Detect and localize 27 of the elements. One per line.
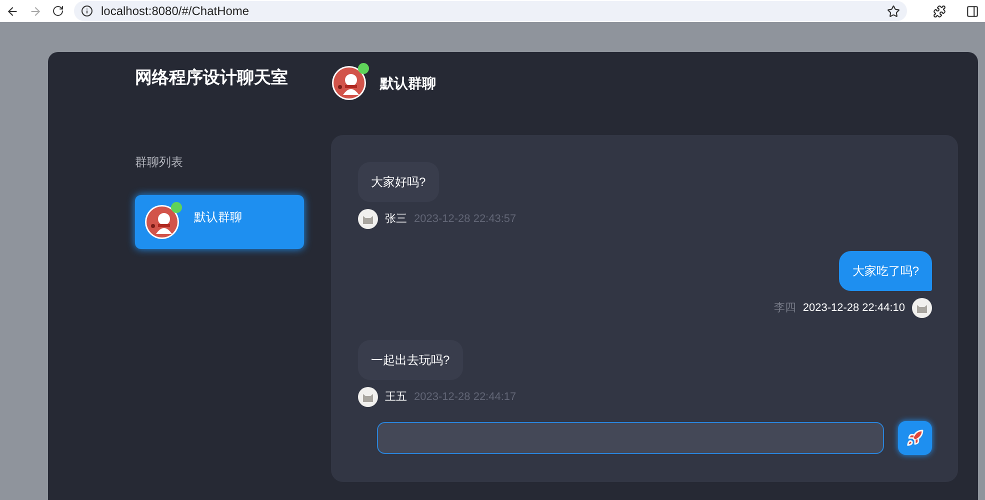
group-name: 默认群聊 — [194, 209, 242, 226]
cat-avatar-icon — [912, 298, 932, 318]
address-bar[interactable]: localhost:8080/#/ChatHome — [74, 1, 907, 21]
info-icon[interactable] — [81, 5, 93, 17]
app-title: 网络程序设计聊天室 — [135, 67, 289, 89]
cat-avatar-icon — [358, 209, 378, 229]
message-bubble: 大家好吗? — [358, 162, 439, 202]
url-text: localhost:8080/#/ChatHome — [101, 3, 250, 20]
cat-avatar-icon — [358, 387, 378, 407]
reload-icon[interactable] — [52, 5, 64, 17]
rocket-icon — [906, 429, 924, 447]
group-avatar-icon — [144, 204, 180, 240]
extensions-icon[interactable] — [933, 4, 946, 18]
sender-name: 李四 — [774, 300, 796, 316]
message-bubble: 大家吃了吗? — [839, 251, 932, 291]
sender-name: 张三 — [385, 212, 407, 227]
send-button[interactable] — [898, 421, 932, 455]
chat-title: 默认群聊 — [380, 74, 436, 93]
bookmark-star-icon[interactable] — [887, 4, 900, 18]
group-avatar-icon — [331, 65, 367, 101]
side-panel-icon[interactable] — [966, 4, 979, 18]
message-bubble: 一起出去玩吗? — [358, 340, 463, 380]
message-time: 2023-12-28 22:44:10 — [802, 300, 905, 316]
section-heading: 群聊列表 — [135, 154, 184, 171]
sender-name: 王五 — [385, 390, 407, 405]
back-icon[interactable] — [6, 4, 19, 18]
message-input[interactable] — [377, 422, 884, 454]
